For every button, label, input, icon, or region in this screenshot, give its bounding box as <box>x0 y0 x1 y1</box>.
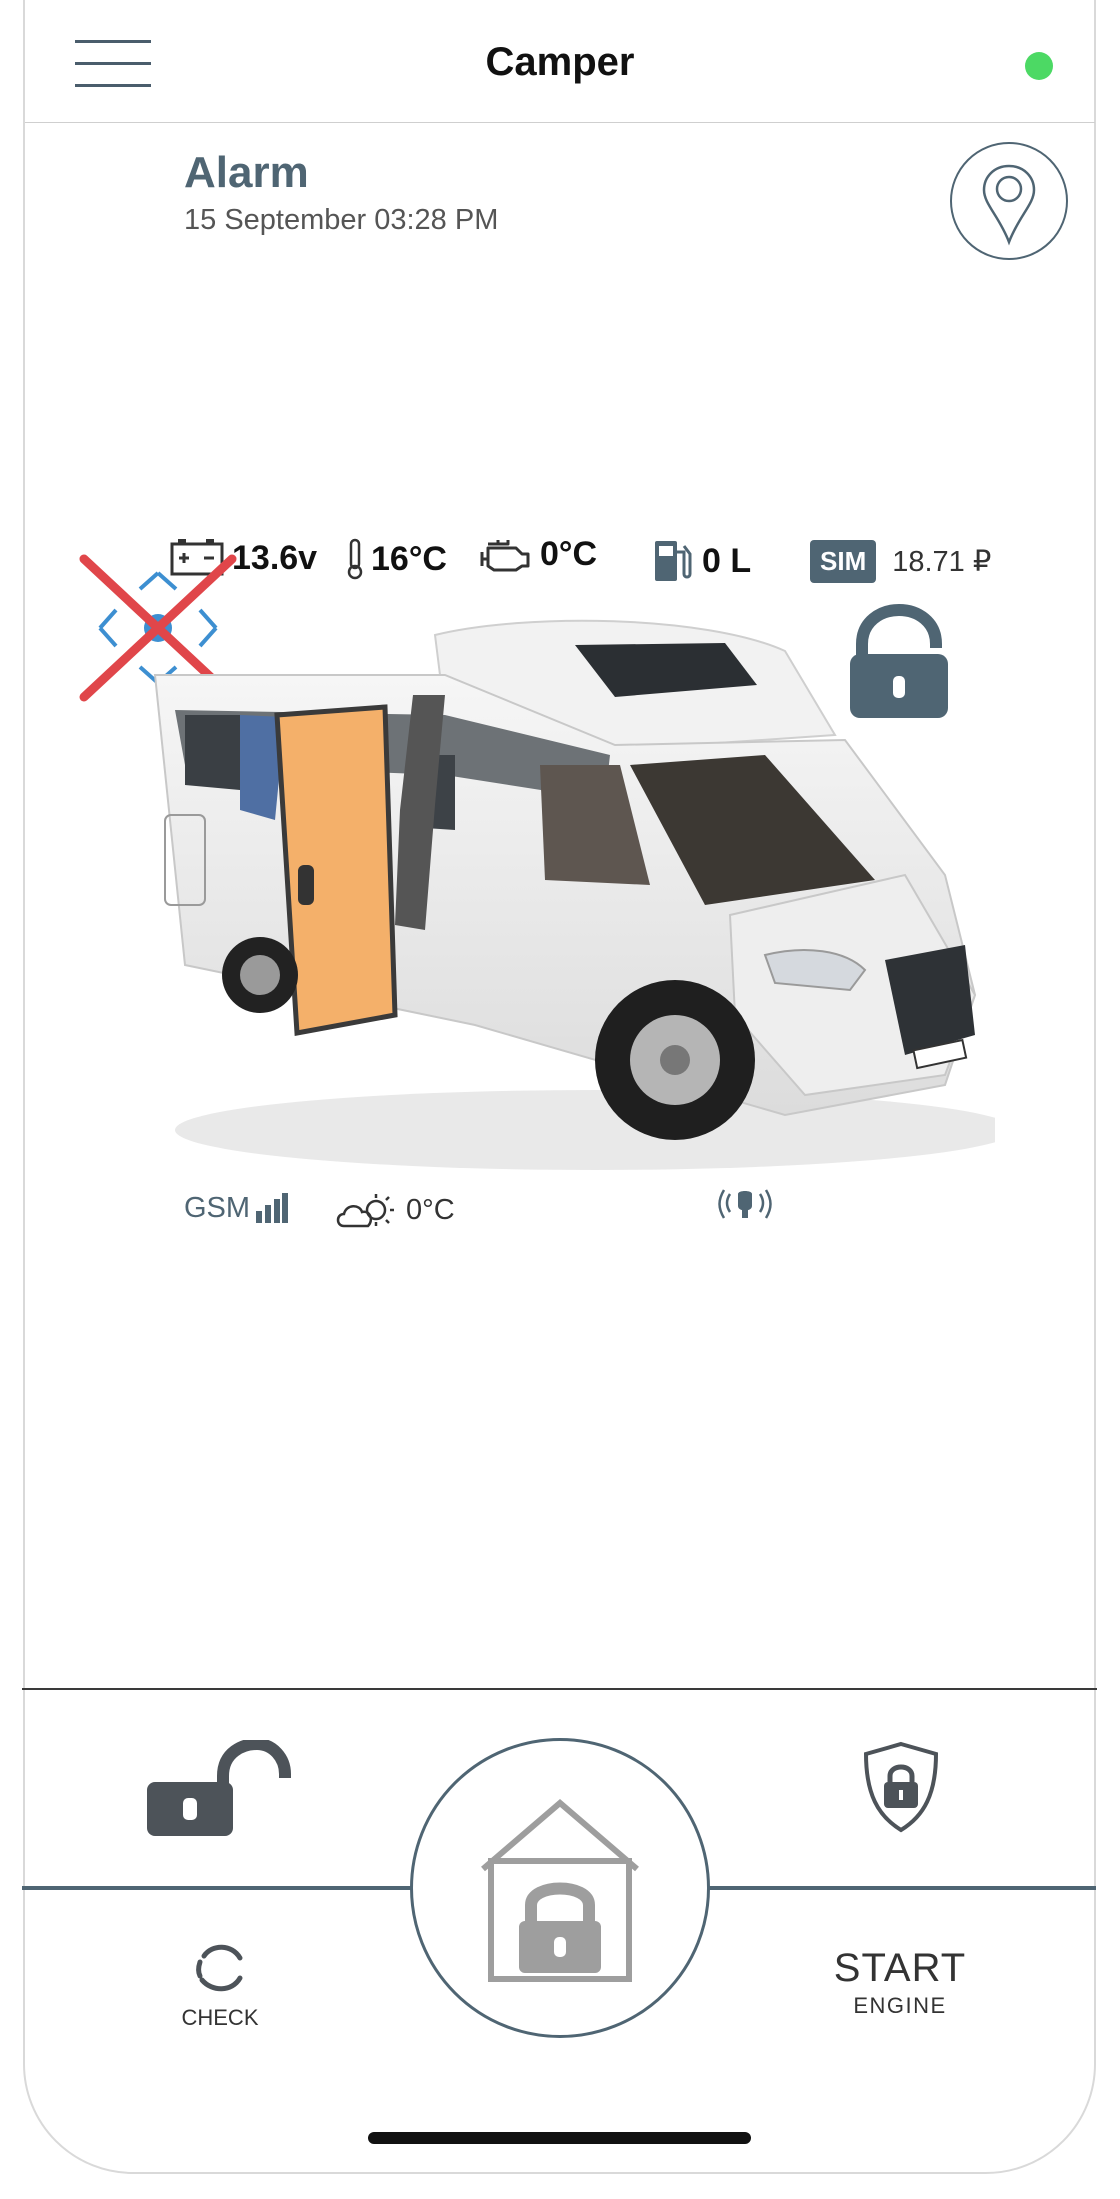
outside-temperature: 0°C <box>406 1193 455 1226</box>
start-engine-button[interactable]: START ENGINE <box>820 1946 980 2019</box>
alarm-title: Alarm <box>184 148 309 197</box>
engine-temp-stat: 0°C <box>478 535 597 574</box>
home-indicator[interactable] <box>368 2132 751 2144</box>
cabin-temperature: 16°C <box>371 539 447 578</box>
battery-voltage: 13.6v <box>232 538 318 577</box>
gsm-label: GSM <box>184 1192 251 1224</box>
shield-lock-icon <box>863 1741 939 1833</box>
gsm-stat: GSM <box>184 1192 289 1225</box>
sim-icon: SIM <box>810 540 877 583</box>
unlock-button[interactable] <box>143 1737 293 1840</box>
sim-stat: SIM 18.71 ₽ <box>810 540 991 583</box>
connection-status-indicator <box>1025 52 1053 80</box>
engine-label: ENGINE <box>853 1993 947 2018</box>
map-button[interactable] <box>950 142 1068 260</box>
cabin-temp-stat: 16°C <box>345 538 447 580</box>
fuel-stat: 0 L <box>652 538 751 584</box>
engine-icon <box>480 539 530 571</box>
sensor-icon <box>718 1189 772 1219</box>
check-button[interactable]: CHECK <box>170 1940 270 2040</box>
lock-button[interactable] <box>862 1740 940 1834</box>
control-divider <box>22 1688 1097 1690</box>
outside-temp-stat: 0°C <box>334 1190 455 1230</box>
thermometer-icon <box>347 538 363 580</box>
signal-bars-icon <box>256 1192 289 1223</box>
home-lock-icon <box>481 1799 639 1982</box>
alarm-date: 15 September 03:28 PM <box>184 204 499 236</box>
app-header: Camper <box>25 0 1095 123</box>
arm-home-button[interactable] <box>410 1738 710 2038</box>
weather-icon <box>336 1194 394 1228</box>
page-title: Camper <box>485 40 635 84</box>
map-pin-icon <box>982 164 1036 246</box>
sim-balance: 18.71 ₽ <box>892 546 992 578</box>
check-label: CHECK <box>181 2005 259 2030</box>
fuel-pump-icon <box>655 541 692 581</box>
fuel-level: 0 L <box>702 541 752 580</box>
engine-temperature: 0°C <box>540 535 598 573</box>
unlock-icon <box>147 1737 291 1836</box>
refresh-icon <box>196 1944 243 1992</box>
camper-van-image <box>153 619 995 1170</box>
control-line-right <box>708 1886 1096 1890</box>
start-label: START <box>833 1946 967 1990</box>
control-line-left <box>22 1886 414 1890</box>
